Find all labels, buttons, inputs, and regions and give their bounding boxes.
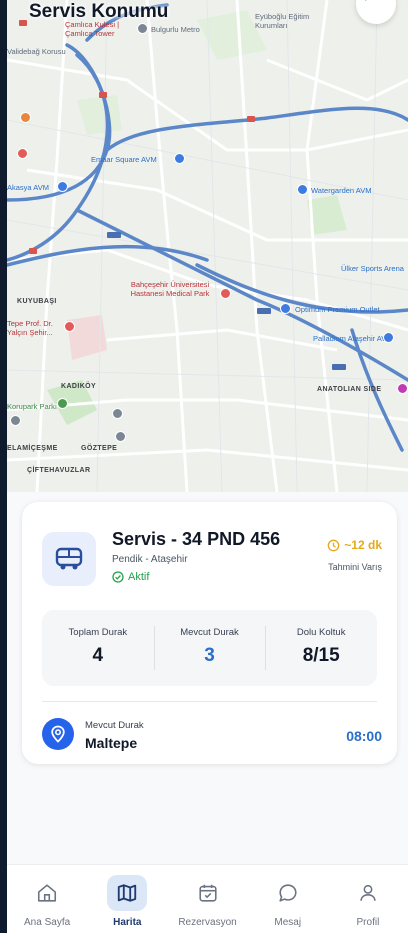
message-icon [279, 884, 297, 902]
stat-label: Mevcut Durak [180, 627, 239, 638]
stat-value: 4 [92, 645, 104, 666]
map-label-anatolian: ANATOLIAN SIDE [317, 386, 382, 393]
vehicle-card[interactable]: Servis - 34 PND 456 Pendik - Ataşehir Ak… [22, 502, 397, 764]
stat-current-stop: Mevcut Durak 3 [153, 610, 266, 686]
calendar-icon [198, 884, 217, 902]
nav-label: Ana Sayfa [24, 917, 71, 928]
map-label-validebag: Validebağ Korusu [7, 47, 66, 56]
map-label-akasya: Akasya AVM [7, 183, 49, 192]
home-icon-wrap [27, 875, 67, 911]
poi-icon [112, 408, 123, 419]
shopping-icon [174, 153, 185, 164]
map-label-kadikoy: KADIKÖY [61, 383, 97, 390]
map-view[interactable]: Servis Konumu Çamlıca Kulesi | Çamlıca T… [7, 0, 408, 492]
hospital-icon [220, 288, 231, 299]
stat-value: 8/15 [302, 645, 340, 666]
bottom-sheet: Servis - 34 PND 456 Pendik - Ataşehir Ak… [7, 492, 408, 864]
message-icon-wrap [268, 875, 308, 911]
nav-item-home[interactable]: Ana Sayfa [7, 865, 87, 933]
poi-icon [397, 383, 408, 394]
vehicle-title: Servis - 34 PND 456 [112, 529, 281, 549]
shopping-icon [383, 332, 394, 343]
home-icon [38, 884, 57, 902]
map-label-palladium: Palladium Ataşehir AVM [313, 334, 393, 343]
map-icon-wrap [107, 875, 148, 911]
nav-label: Rezervasyon [178, 917, 237, 928]
eta-text: ~12 dk [344, 538, 382, 552]
user-icon [360, 884, 376, 901]
map-label-bulgurlu: Bulgurlu Metro [151, 25, 200, 34]
shopping-icon [297, 184, 308, 195]
nav-label: Profil [356, 917, 380, 928]
map-label-watergarden: Watergarden AVM [311, 186, 372, 195]
map-label-optimum: Optimum Premium Outlet [295, 305, 380, 314]
map-label-elamicesme: ELAMİÇEŞME [7, 445, 58, 452]
stat-label: Toplam Durak [68, 627, 128, 638]
calendar-icon-wrap [188, 875, 228, 911]
navigation-icon [365, 0, 367, 1]
status-badge: Aktif [112, 571, 149, 583]
stat-total-stops: Toplam Durak 4 [42, 610, 154, 686]
poi-icon [115, 431, 126, 442]
map-icon [118, 884, 137, 902]
map-label-ulker: Ülker Sports Arena [341, 264, 404, 273]
park-icon [57, 398, 68, 409]
divider [42, 701, 377, 702]
bottom-navigation: Ana Sayfa Harita Rezervasyon Mesaj Profi… [7, 864, 408, 933]
shopping-icon [57, 181, 68, 192]
map-label-korupark: Korupark Parkı [7, 402, 58, 411]
clock-icon [327, 539, 340, 551]
stat-label: Dolu Koltuk [296, 627, 346, 638]
stat-occupied-seats: Dolu Koltuk 8/15 [265, 610, 377, 686]
location-pin-icon [42, 718, 74, 750]
eta-value: ~12 dk [327, 538, 382, 552]
current-stop-time: 08:00 [346, 728, 382, 744]
current-stop-label: Mevcut Durak [85, 720, 144, 731]
user-icon-wrap [348, 875, 388, 911]
map-label-eyuboglu: Eyüboğlu Eğitim Kurumları [255, 12, 310, 30]
bus-icon [42, 532, 96, 586]
current-stop-name: Maltepe [85, 735, 138, 751]
poi-icon [20, 112, 31, 123]
eta-label: Tahmini Varış [328, 562, 382, 572]
shopping-icon [280, 303, 291, 314]
nav-label: Mesaj [274, 917, 302, 928]
map-label-yalcin: Tepe Prof. Dr. Yalçın Şehir... [7, 319, 53, 337]
map-roads [7, 0, 408, 492]
nav-item-reservation[interactable]: Rezervasyon [167, 865, 247, 933]
map-label-kuyubasi: KUYUBAŞI [17, 298, 57, 305]
status-text: Aktif [128, 571, 150, 583]
stats-panel: Toplam Durak 4 Mevcut Durak 3 Dolu Koltu… [42, 610, 377, 686]
stat-value: 3 [204, 645, 215, 666]
map-label-emaar: Emaar Square AVM [91, 155, 157, 164]
map-label-goztepe: GÖZTEPE [81, 445, 118, 452]
nav-item-messages[interactable]: Mesaj [248, 865, 328, 933]
nav-item-profile[interactable]: Profil [328, 865, 408, 933]
app-screen: Servis Konumu Çamlıca Kulesi | Çamlıca T… [7, 0, 408, 933]
map-label-bahcesehir: Bahçeşehir Üniversitesi Hastanesi Medica… [130, 280, 210, 298]
metro-icon [137, 23, 148, 34]
map-label-camlica: Çamlıca Kulesi | Çamlıca Tower [65, 20, 120, 38]
nav-item-map[interactable]: Harita [87, 865, 167, 933]
route-text: Pendik - Ataşehir [112, 554, 188, 565]
map-label-ciftehavuzlar: ÇİFTEHAVUZLAR [27, 467, 91, 474]
check-circle-icon [112, 571, 124, 583]
nav-label: Harita [113, 917, 142, 928]
poi-icon [10, 415, 21, 426]
hospital-icon [64, 321, 75, 332]
poi-icon [17, 148, 28, 159]
